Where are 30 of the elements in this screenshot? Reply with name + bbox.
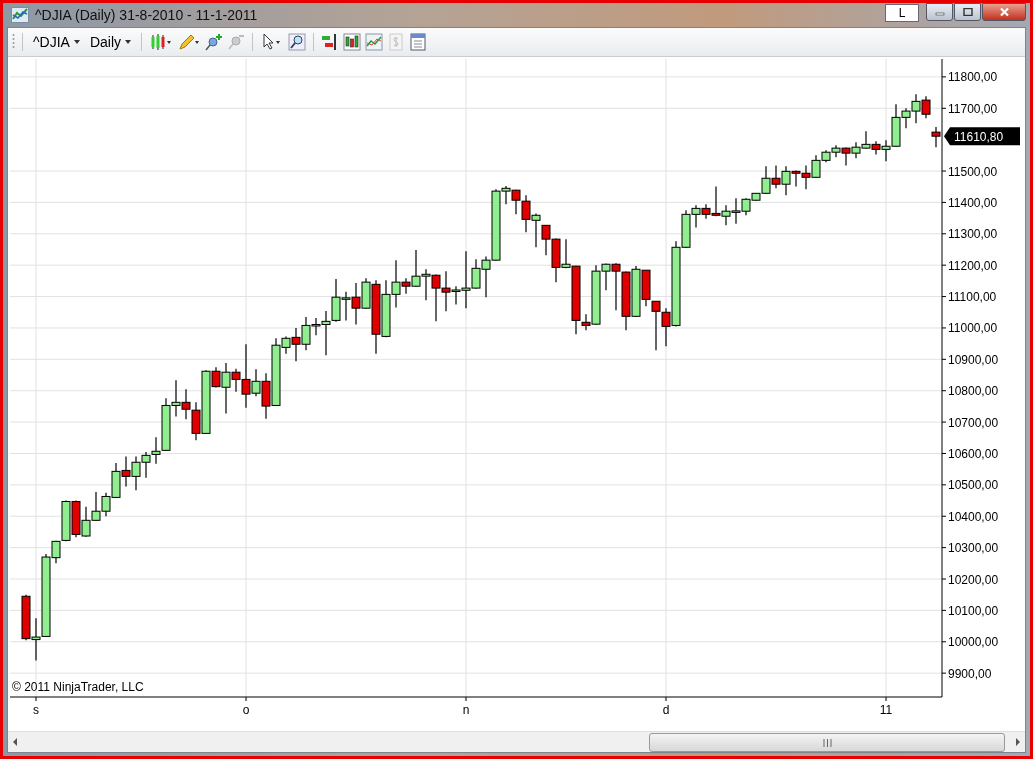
- price-label: 11000,00: [948, 321, 998, 336]
- price-label: 11700,00: [948, 101, 998, 116]
- date-label: s: [33, 703, 39, 717]
- price-label: 10400,00: [948, 509, 999, 524]
- copyright-text: © 2011 NinjaTrader, LLC: [12, 680, 144, 694]
- price-label: 11400,00: [948, 195, 998, 210]
- date-label: n: [462, 703, 470, 717]
- price-label: 10000,00: [948, 635, 999, 650]
- window-title: ^DJIA (Daily) 31-8-2010 - 11-1-2011: [35, 7, 258, 23]
- date-label: 11: [879, 703, 893, 717]
- price-label: 10500,00: [948, 478, 999, 493]
- price-label: 11500,00: [948, 164, 998, 179]
- date-label: d: [662, 703, 670, 717]
- price-label: 11800,00: [948, 70, 998, 85]
- price-label: 10600,00: [948, 446, 999, 461]
- price-label: 10700,00: [948, 415, 999, 430]
- price-label: 10900,00: [948, 352, 999, 367]
- price-label: 10100,00: [948, 603, 999, 618]
- price-label: 10800,00: [948, 384, 999, 399]
- price-label: 10200,00: [948, 572, 999, 587]
- price-label: 11300,00: [948, 227, 998, 242]
- instrument-dropdown[interactable]: ^DJIA: [30, 34, 83, 50]
- price-label: 10300,00: [948, 541, 999, 556]
- price-label: 9900,00: [948, 666, 992, 681]
- layout-button[interactable]: L: [885, 4, 919, 22]
- price-label: 11100,00: [948, 290, 997, 305]
- last-price-tag: 11610,80: [944, 127, 1020, 146]
- date-label: o: [242, 703, 250, 717]
- interval-dropdown[interactable]: Daily: [86, 34, 135, 50]
- price-label: 11200,00: [948, 258, 998, 273]
